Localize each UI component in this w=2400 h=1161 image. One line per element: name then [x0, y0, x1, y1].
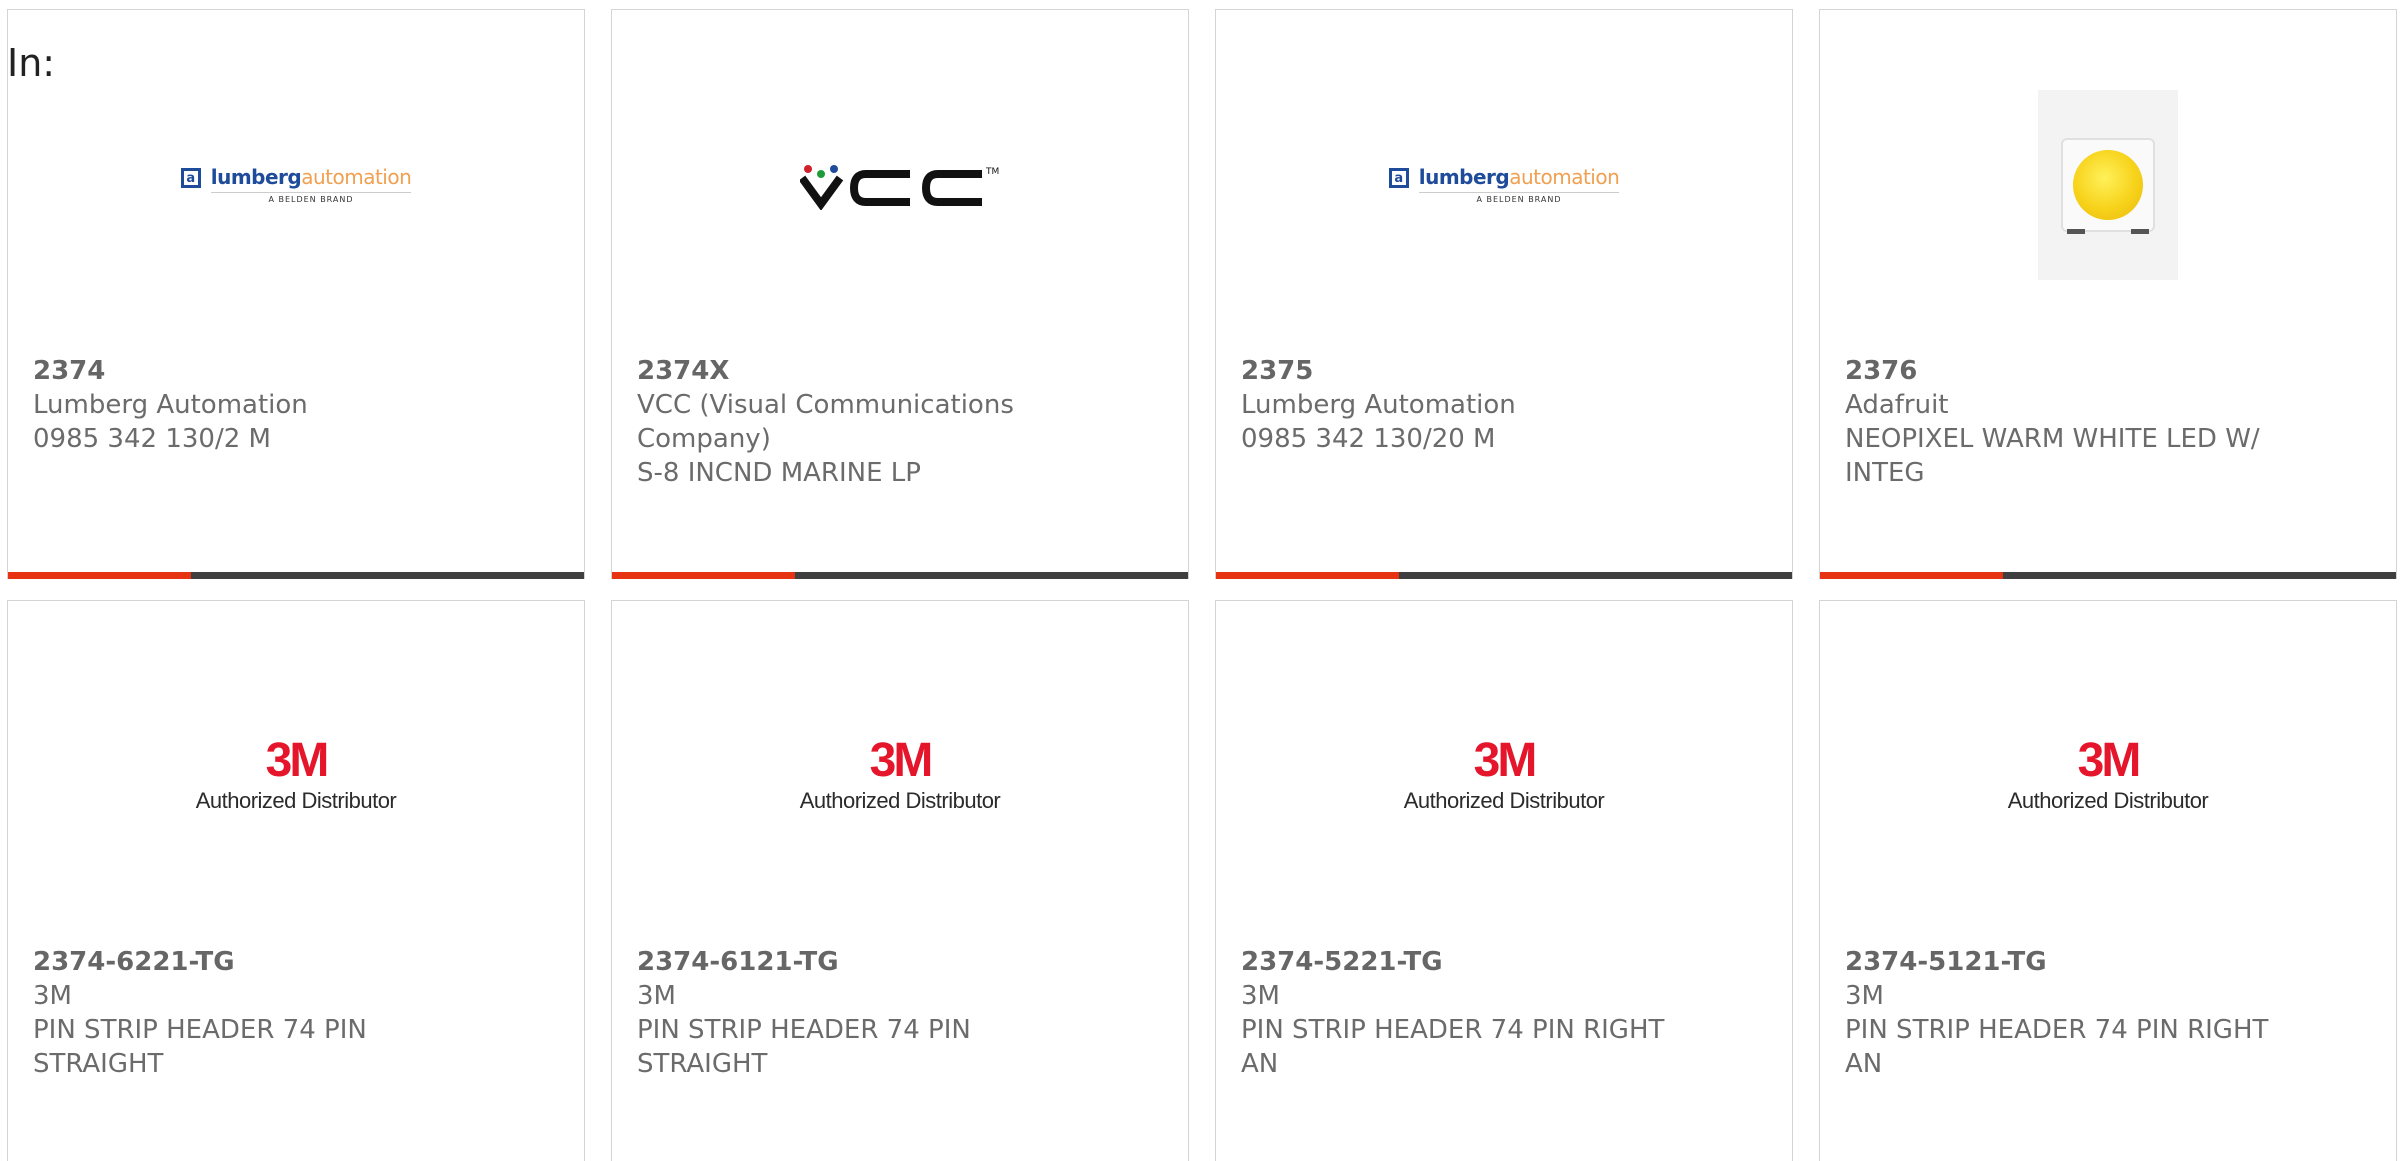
card-bottom-bar [1820, 572, 2396, 579]
manufacturer: Lumberg Automation [33, 390, 308, 420]
manufacturer: 3M [1241, 981, 1280, 1011]
product-row: 3M Authorized Distributor 2374-6221-TG 3M… [7, 600, 2400, 1161]
product-card[interactable]: TM 2374X VCC (Visual Communications Comp… [611, 9, 1189, 579]
product-card[interactable]: 3M Authorized Distributor 2374-5221-TG 3M… [1215, 600, 1793, 1161]
manufacturer: Adafruit [1845, 390, 1949, 420]
description: 0985 342 130/20 M [1241, 424, 1496, 454]
3m-authorized-distributor-logo: 3M Authorized Distributor [799, 734, 1001, 814]
manufacturer: 3M [33, 981, 72, 1011]
description: S-8 INCND MARINE LP [637, 458, 921, 488]
manufacturer: 3M [637, 981, 676, 1011]
vcc-logo: TM [612, 70, 1188, 300]
3m-authorized-distributor-logo: 3M Authorized Distributor [1403, 734, 1605, 814]
card-bottom-bar [612, 572, 1188, 579]
part-number[interactable]: 2376 [1845, 354, 2296, 388]
part-number[interactable]: 2374-5221-TG [1241, 945, 1692, 979]
product-card[interactable]: 3M Authorized Distributor 2374-5121-TG 3M… [1819, 600, 2397, 1161]
description: PIN STRIP HEADER 74 PIN STRAIGHT [637, 1015, 971, 1079]
product-card[interactable]: 2376 Adafruit NEOPIXEL WARM WHITE LED W/… [1819, 9, 2397, 579]
part-number[interactable]: 2374 [33, 354, 484, 388]
led-product-photo [1820, 70, 2396, 300]
description: PIN STRIP HEADER 74 PIN RIGHT AN [1845, 1015, 2269, 1079]
part-number[interactable]: 2374-6221-TG [33, 945, 484, 979]
description: 0985 342 130/2 M [33, 424, 271, 454]
description: PIN STRIP HEADER 74 PIN RIGHT AN [1241, 1015, 1665, 1079]
in-label: In: [7, 41, 56, 85]
lumberg-icon: a [180, 168, 201, 188]
card-bottom-bar [1216, 572, 1792, 579]
lumberg-automation-logo: a lumbergautomation A BELDEN BRAND [8, 70, 584, 300]
part-number[interactable]: 2374X [637, 354, 1088, 388]
product-card[interactable]: 3M Authorized Distributor 2374-6121-TG 3M… [611, 600, 1189, 1161]
part-number[interactable]: 2375 [1241, 354, 1692, 388]
part-number[interactable]: 2374-5121-TG [1845, 945, 2296, 979]
manufacturer: 3M [1845, 981, 1884, 1011]
lumberg-icon: a [1388, 168, 1409, 188]
card-bottom-bar [8, 572, 584, 579]
3m-authorized-distributor-logo: 3M Authorized Distributor [195, 734, 397, 814]
manufacturer: Lumberg Automation [1241, 390, 1516, 420]
product-card[interactable]: a lumbergautomation A BELDEN BRAND 2375 … [1215, 9, 1793, 579]
description: NEOPIXEL WARM WHITE LED W/ INTEG [1845, 424, 2260, 488]
product-results-page: In: a lumbergautomation A BELDEN BRAND 2… [0, 0, 2400, 1161]
3m-authorized-distributor-logo: 3M Authorized Distributor [2007, 734, 2209, 814]
svg-text:TM: TM [985, 167, 999, 177]
lumberg-automation-logo: a lumbergautomation A BELDEN BRAND [1216, 70, 1792, 300]
manufacturer: VCC (Visual Communications Company) [637, 390, 1014, 454]
description: PIN STRIP HEADER 74 PIN STRAIGHT [33, 1015, 367, 1079]
product-row: a lumbergautomation A BELDEN BRAND 2374 … [7, 9, 2400, 600]
product-card[interactable]: 3M Authorized Distributor 2374-6221-TG 3M… [7, 600, 585, 1161]
product-grid: a lumbergautomation A BELDEN BRAND 2374 … [7, 9, 2400, 1161]
product-card[interactable]: a lumbergautomation A BELDEN BRAND 2374 … [7, 9, 585, 579]
part-number[interactable]: 2374-6121-TG [637, 945, 1088, 979]
